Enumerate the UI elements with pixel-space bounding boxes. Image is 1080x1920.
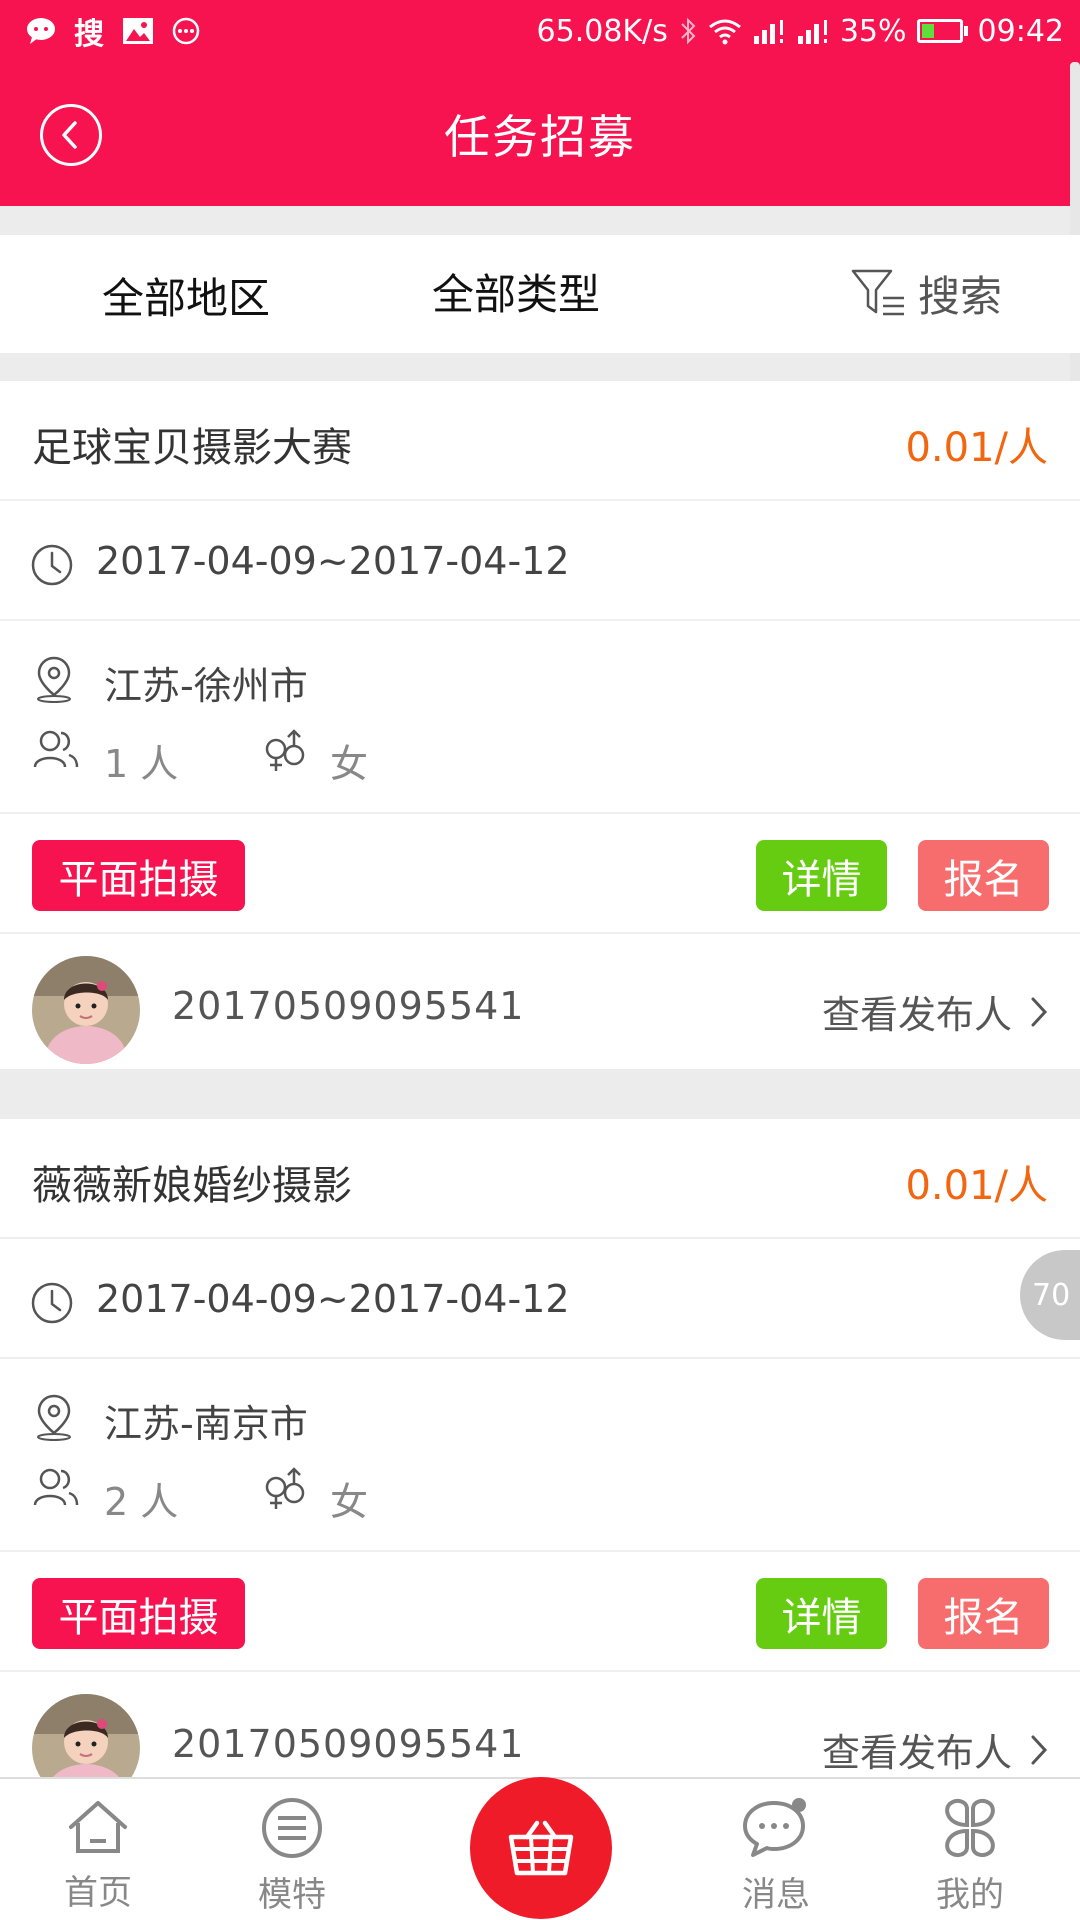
battery-icon xyxy=(916,19,968,43)
status-right: 65.08K/s 35% 09:42 xyxy=(537,14,1064,49)
publisher-id: 20170509095541 xyxy=(172,1722,525,1766)
view-publisher-link[interactable]: 查看发布人 xyxy=(822,1722,1048,1777)
app-header: 任务招募 xyxy=(0,62,1080,206)
job-location: 江苏-徐州市 xyxy=(104,664,308,708)
category-tag[interactable]: 平面拍摄 xyxy=(32,840,245,911)
job-title-row: 薇薇新娘婚纱摄影 0.01/人 xyxy=(0,1119,1080,1239)
nav-mine[interactable]: 我的 xyxy=(910,1797,1030,1916)
page-title: 任务招募 xyxy=(444,110,636,164)
job-title: 足球宝贝摄影大赛 xyxy=(32,425,352,471)
job-actions-row: 平面拍摄 详情 报名 xyxy=(0,1552,1080,1672)
job-people: 1 人 xyxy=(104,742,179,786)
job-card[interactable]: 薇薇新娘婚纱摄影 0.01/人 2017-04-09~2017-04-12 江苏… xyxy=(0,1119,1080,1807)
location-pin-icon xyxy=(37,656,71,703)
nav-home[interactable]: 首页 xyxy=(38,1797,158,1914)
filter-bar: 全部地区 全部类型 搜索 xyxy=(0,235,1080,353)
job-location: 江苏-南京市 xyxy=(104,1402,308,1446)
location-pin-icon xyxy=(37,1394,71,1441)
signal-icon xyxy=(752,18,786,44)
detail-button[interactable]: 详情 xyxy=(756,840,887,911)
clover-icon xyxy=(945,1799,995,1857)
signal-icon-2 xyxy=(796,18,830,44)
job-actions-row: 平面拍摄 详情 报名 xyxy=(0,814,1080,934)
job-card[interactable]: 足球宝贝摄影大赛 0.01/人 2017-04-09~2017-04-12 江苏… xyxy=(0,381,1080,1069)
more-circle-icon xyxy=(172,17,200,45)
basket-icon xyxy=(508,1820,574,1876)
filter-icon xyxy=(851,269,904,315)
nav-messages-label: 消息 xyxy=(742,1875,810,1915)
job-people: 2 人 xyxy=(104,1480,179,1524)
view-publisher-label: 查看发布人 xyxy=(821,993,1012,1037)
job-info-row: 江苏-徐州市 1 人 女 xyxy=(0,621,1080,814)
list-circle-icon xyxy=(262,1798,322,1858)
type-filter[interactable]: 全部类型 xyxy=(432,261,600,322)
job-price: 0.01/人 xyxy=(905,425,1048,471)
view-publisher-label: 查看发布人 xyxy=(821,1731,1012,1775)
net-speed: 65.08K/s xyxy=(536,13,668,49)
screen: 搜 65.08K/s 35% 09:42 任务招募 全部地区 全部类型 搜索 足… xyxy=(0,0,1080,1920)
back-button[interactable] xyxy=(40,104,102,166)
gender-icon xyxy=(265,729,305,771)
status-bar: 搜 65.08K/s 35% 09:42 xyxy=(0,0,1080,62)
job-date: 2017-04-09~2017-04-12 xyxy=(96,1277,570,1321)
floating-badge-value: 70 xyxy=(1032,1277,1071,1313)
signup-button[interactable]: 报名 xyxy=(918,1578,1049,1649)
avatar[interactable] xyxy=(32,956,140,1064)
clock: 09:42 xyxy=(977,13,1064,49)
chevron-left-icon xyxy=(62,121,77,149)
nav-models-label: 模特 xyxy=(258,1875,326,1915)
chevron-right-icon xyxy=(1031,997,1048,1026)
top-bar: 搜 65.08K/s 35% 09:42 任务招募 xyxy=(0,0,1080,206)
job-date-row: 2017-04-09~2017-04-12 xyxy=(0,1239,1080,1359)
chat-bubble-icon xyxy=(743,1798,806,1857)
job-info-row: 江苏-南京市 2 人 女 xyxy=(0,1359,1080,1552)
nav-home-label: 首页 xyxy=(64,1873,132,1913)
people-icon xyxy=(33,1468,79,1506)
cart-button[interactable] xyxy=(470,1777,612,1919)
message-bubble-icon xyxy=(26,17,56,45)
gender-icon xyxy=(265,1467,305,1509)
job-price: 0.01/人 xyxy=(905,1163,1048,1209)
category-tag[interactable]: 平面拍摄 xyxy=(32,1578,245,1649)
home-icon xyxy=(69,1801,127,1853)
nav-messages[interactable]: 消息 xyxy=(716,1797,836,1916)
signup-button[interactable]: 报名 xyxy=(918,840,1049,911)
job-date: 2017-04-09~2017-04-12 xyxy=(96,539,570,583)
clock-icon xyxy=(31,1282,73,1324)
battery-percent: 35% xyxy=(839,13,907,49)
region-filter[interactable]: 全部地区 xyxy=(102,265,270,326)
nav-mine-label: 我的 xyxy=(936,1875,1004,1915)
job-title-row: 足球宝贝摄影大赛 0.01/人 xyxy=(0,381,1080,501)
job-date-row: 2017-04-09~2017-04-12 xyxy=(0,501,1080,621)
chevron-right-icon xyxy=(1031,1735,1048,1764)
publisher-row[interactable]: 20170509095541 查看发布人 xyxy=(0,934,1080,1069)
job-gender: 女 xyxy=(330,742,369,786)
sogou-icon: 搜 xyxy=(74,17,104,52)
view-publisher-link[interactable]: 查看发布人 xyxy=(822,984,1048,1039)
search-label: 搜索 xyxy=(917,272,1002,321)
people-icon xyxy=(33,730,79,768)
wifi-icon xyxy=(708,17,742,45)
bluetooth-icon xyxy=(678,16,698,46)
image-icon xyxy=(122,17,154,45)
publisher-id: 20170509095541 xyxy=(172,984,525,1028)
search-filter-button[interactable]: 搜索 xyxy=(850,263,1002,324)
job-gender: 女 xyxy=(330,1480,369,1524)
nav-models[interactable]: 模特 xyxy=(232,1797,352,1916)
status-left: 搜 xyxy=(26,9,200,53)
job-title: 薇薇新娘婚纱摄影 xyxy=(32,1163,352,1209)
detail-button[interactable]: 详情 xyxy=(756,1578,887,1649)
clock-icon xyxy=(31,544,73,586)
